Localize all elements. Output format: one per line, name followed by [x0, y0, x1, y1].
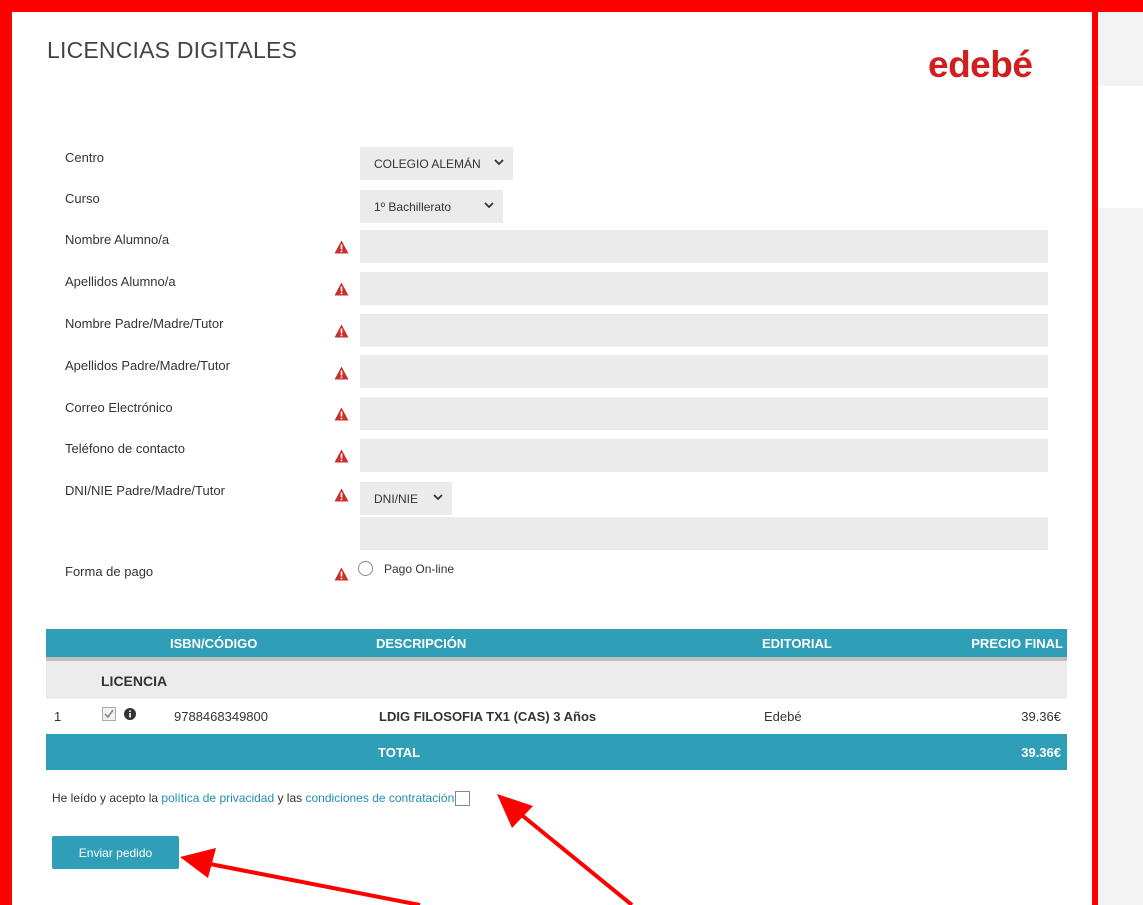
- arrow-to-checkbox: [497, 794, 634, 905]
- annotation-arrows: [180, 794, 634, 905]
- arrow-to-button: [180, 848, 421, 905]
